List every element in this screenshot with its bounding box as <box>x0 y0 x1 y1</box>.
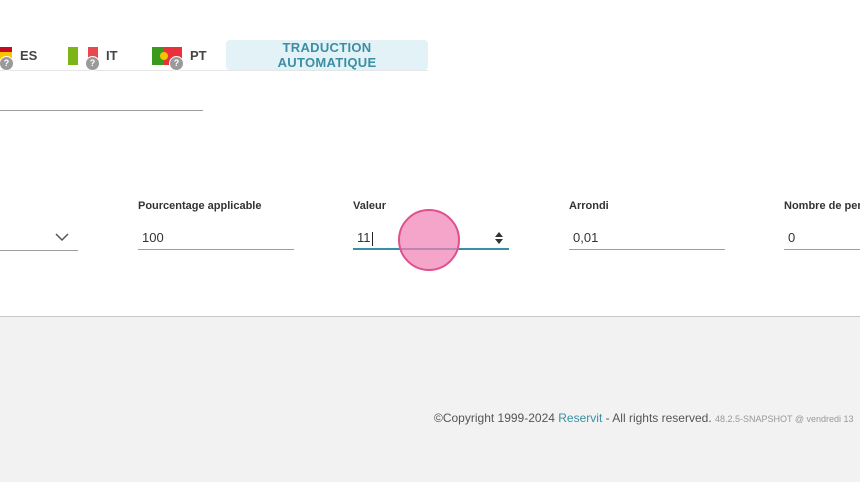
auto-translate-button[interactable]: TRADUCTION AUTOMATIQUE <box>226 40 428 70</box>
copyright-text: ©Copyright 1999-2024 Reservit - All righ… <box>434 411 854 425</box>
lang-label-it: IT <box>106 47 118 63</box>
arrondi-field: Arrondi 0,01 <box>569 198 725 250</box>
lang-label-pt: PT <box>190 47 207 63</box>
spain-flag-icon: ? <box>0 45 14 71</box>
help-badge-icon: ? <box>169 56 184 71</box>
tab-lang-es[interactable]: ? ES <box>0 40 38 71</box>
nombre-field: Nombre de pers 0 <box>784 198 860 250</box>
tab-lang-it[interactable]: ? IT <box>68 40 118 71</box>
arrondi-label: Arrondi <box>569 200 609 212</box>
nombre-input[interactable]: 0 <box>784 228 860 250</box>
number-spinner-icon[interactable] <box>495 232 503 244</box>
lang-label-es: ES <box>20 47 38 63</box>
footer <box>0 316 860 482</box>
text-caret <box>371 231 373 246</box>
pourcentage-field: Pourcentage applicable 100 <box>138 198 294 250</box>
tab-lang-pt[interactable]: ? PT <box>152 40 207 71</box>
text-field-underline[interactable] <box>0 110 203 111</box>
type-select[interactable] <box>0 228 78 251</box>
nombre-label: Nombre de pers <box>784 200 860 212</box>
reservit-link[interactable]: Reservit <box>558 411 602 425</box>
pourcentage-input[interactable]: 100 <box>138 228 294 250</box>
italy-flag-icon: ? <box>68 45 100 71</box>
click-indicator <box>398 209 460 271</box>
arrondi-input[interactable]: 0,01 <box>569 228 725 250</box>
language-tabs: ? ES ? IT ? PT TRADUCTION AUTOMATIQUE <box>0 40 428 71</box>
version-text: 48.2.5-SNAPSHOT @ vendredi 13 <box>715 414 854 424</box>
help-badge-icon: ? <box>85 56 100 71</box>
main-panel: ? ES ? IT ? PT TRADUCTION AUTOMATIQUE Po… <box>0 0 860 316</box>
portugal-flag-icon: ? <box>152 45 184 71</box>
pourcentage-label: Pourcentage applicable <box>138 200 262 212</box>
help-badge-icon: ? <box>0 56 14 71</box>
chevron-down-icon <box>55 233 69 242</box>
